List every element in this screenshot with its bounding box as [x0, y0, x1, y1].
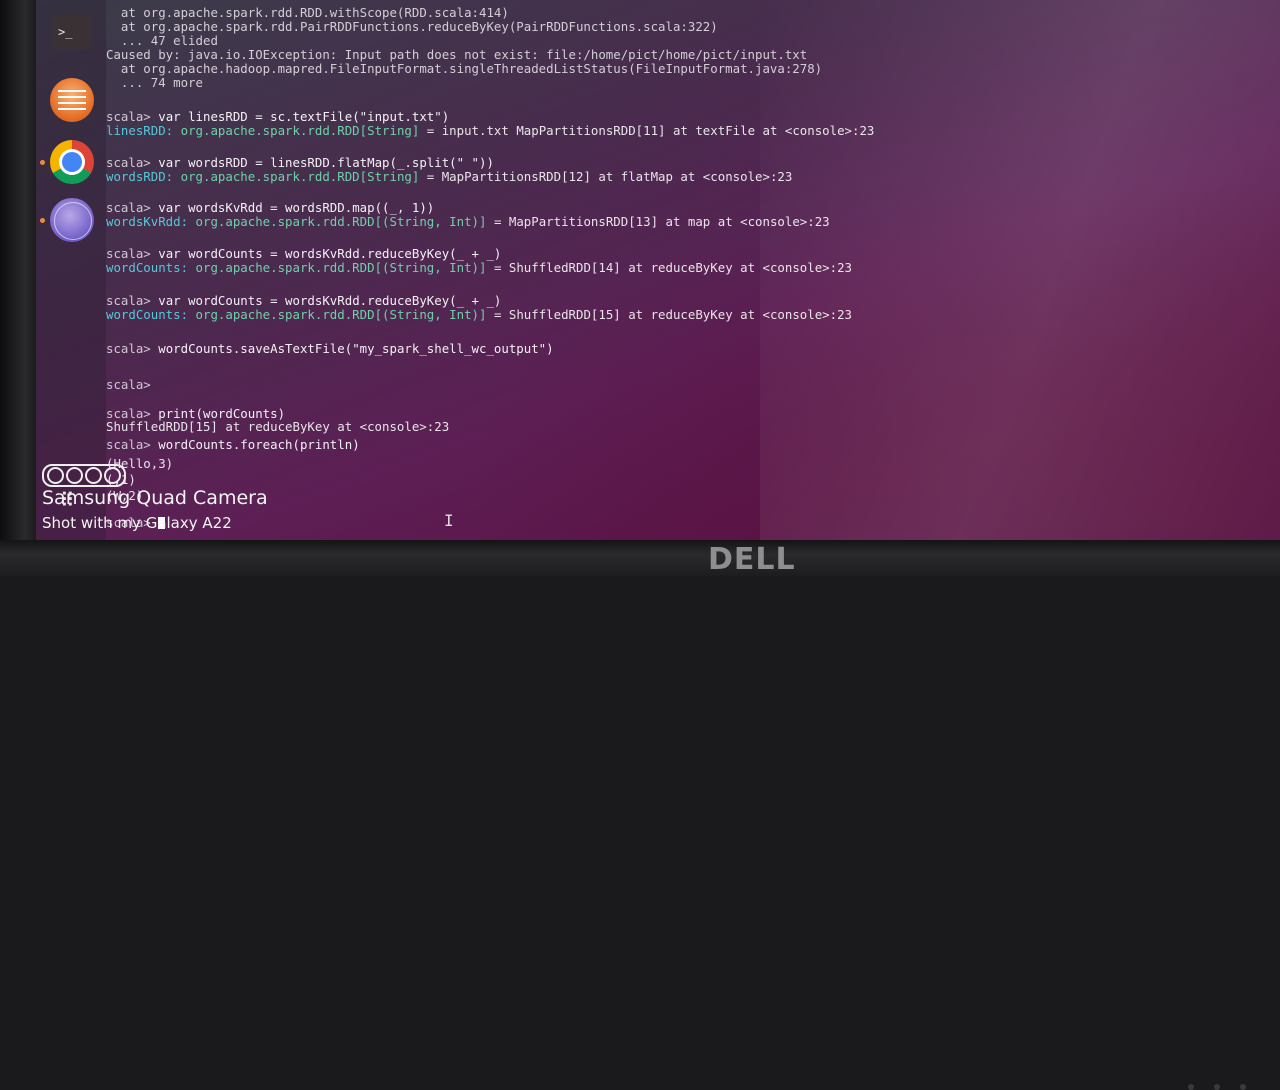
stack-trace-line: Caused by: java.io.IOException: Input pa…: [106, 47, 808, 62]
command-line: scala> var wordsKvRdd = wordsRDD.map((_,…: [106, 200, 435, 215]
output-line: ShuffledRDD[15] at reduceByKey at <conso…: [106, 419, 450, 434]
quad-camera-icon: [42, 464, 126, 487]
command-line: scala> var wordCounts = wordsKvRdd.reduc…: [106, 293, 502, 308]
monitor-bezel-bottom: DELL: [0, 540, 1280, 1090]
command-line: scala> var wordCounts = wordsKvRdd.reduc…: [106, 246, 502, 261]
stack-trace-line: at org.apache.hadoop.mapred.FileInputFor…: [120, 61, 823, 76]
watermark-line-1: Samsung Quad Camera: [42, 487, 268, 509]
dell-logo: DELL: [708, 542, 796, 577]
result-line: wordCounts: org.apache.spark.rdd.RDD[(St…: [106, 307, 853, 322]
command-line: scala> wordCounts.saveAsTextFile("my_spa…: [106, 341, 554, 356]
stack-trace-line: ... 74 more: [120, 75, 203, 90]
monitor-bezel-left: [0, 0, 36, 576]
result-line: wordsRDD: org.apache.spark.rdd.RDD[Strin…: [106, 169, 793, 184]
result-line: wordCounts: org.apache.spark.rdd.RDD[(St…: [106, 260, 853, 275]
terminal-window[interactable]: at org.apache.spark.rdd.RDD.withScope(RD…: [106, 0, 1280, 540]
running-indicator: [40, 160, 45, 165]
result-line: wordsKvRdd: org.apache.spark.rdd.RDD[(St…: [106, 214, 830, 229]
stack-trace-line: at org.apache.spark.rdd.PairRDDFunctions…: [120, 19, 718, 34]
stack-trace-line: at org.apache.spark.rdd.RDD.withScope(RD…: [120, 5, 509, 20]
stack-trace-line: ... 47 elided: [120, 33, 218, 48]
watermark-line-2: Shot with my Galaxy A22: [42, 514, 232, 532]
launcher: >_ ⠿: [36, 0, 106, 540]
monitor-button[interactable]: [1240, 1084, 1246, 1090]
command-line: scala> wordCounts.foreach(println): [106, 437, 360, 452]
monitor-button[interactable]: [1214, 1084, 1220, 1090]
chrome-icon-core: [62, 152, 82, 172]
globe-mesh: [54, 202, 92, 240]
camera-watermark: Samsung Quad Camera Shot with my Galaxy …: [42, 464, 268, 534]
chrome-icon[interactable]: [50, 140, 94, 184]
monitor-button[interactable]: [1188, 1084, 1194, 1090]
monitor-screen: >_ ⠿ at org.apache.spark.rdd.RDD.withSco…: [36, 0, 1280, 540]
command-line: scala> var wordsRDD = linesRDD.flatMap(_…: [106, 155, 494, 170]
files-icon[interactable]: [50, 78, 94, 122]
command-line: scala>: [106, 377, 151, 392]
running-indicator: [40, 218, 45, 223]
ibeam-cursor-icon: I: [444, 511, 454, 530]
command-line: scala> var linesRDD = sc.textFile("input…: [106, 109, 450, 124]
files-icon-lines: [58, 90, 86, 110]
result-line: linesRDD: org.apache.spark.rdd.RDD[Strin…: [106, 123, 875, 138]
web-browser-icon[interactable]: [50, 198, 94, 242]
terminal-icon[interactable]: >_: [52, 14, 92, 50]
